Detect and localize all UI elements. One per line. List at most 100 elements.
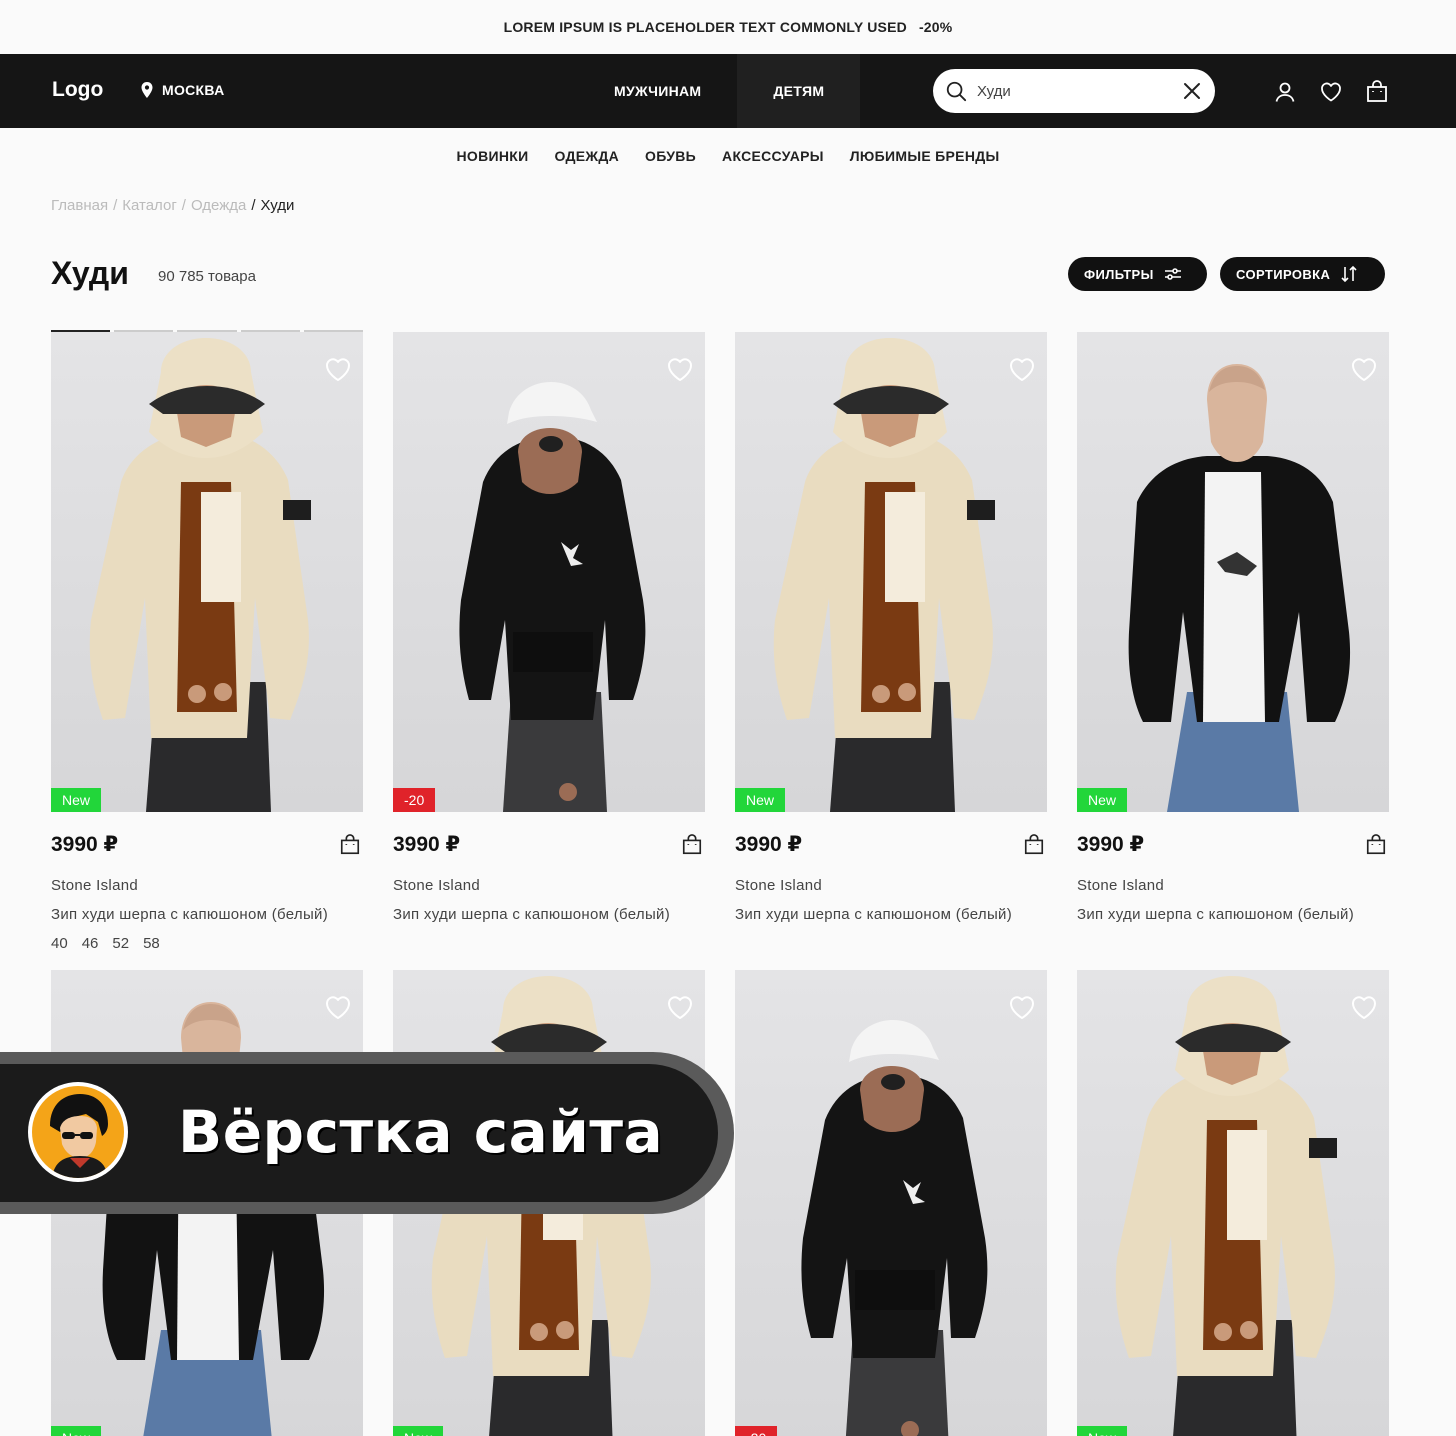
product-price: 3990 ₽ — [735, 833, 803, 856]
price-row: 3990 ₽ — [51, 832, 363, 857]
crumb-separator: / — [251, 197, 256, 214]
nav-kids[interactable]: ДЕТЯМ — [737, 54, 861, 128]
banner-title: Вёрстка сайта — [178, 1098, 664, 1166]
product-image[interactable]: New — [1077, 332, 1389, 812]
product-price: 3990 ₽ — [51, 833, 119, 856]
search-icon[interactable] — [945, 80, 967, 102]
price-row: 3990 ₽ — [393, 832, 705, 857]
cart-icon[interactable] — [1365, 80, 1389, 104]
favorite-heart-icon[interactable] — [1349, 992, 1379, 1022]
logo[interactable]: Logo — [52, 78, 103, 102]
promo-text: LOREM IPSUM IS PLACEHOLDER TEXT COMMONLY… — [503, 19, 907, 35]
subnav-clothing[interactable]: ОДЕЖДА — [554, 148, 619, 164]
city-label: МОСКВА — [162, 82, 225, 98]
favorite-heart-icon[interactable] — [665, 992, 695, 1022]
model-photo-sherpa — [773, 338, 995, 812]
product-brand: Stone Island — [51, 877, 138, 894]
product-card[interactable]: New 3990 ₽ Stone Island Зип худи шерпа с… — [51, 330, 364, 952]
location-pin-icon — [141, 82, 153, 98]
nav-men[interactable]: МУЖЧИНАМ — [578, 54, 737, 128]
model-photo-sherpa — [1115, 976, 1337, 1436]
sort-button[interactable]: СОРТИРОВКА — [1220, 257, 1385, 291]
crumb-home[interactable]: Главная — [51, 197, 108, 214]
search-input[interactable] — [977, 82, 1183, 100]
user-icon[interactable] — [1273, 80, 1297, 104]
product-card[interactable]: -20 3990 ₽ Stone Island Зип худи шерпа с… — [393, 332, 705, 923]
product-name[interactable]: Зип худи шерпа с капюшоном (белый) — [735, 906, 1047, 923]
search-box — [933, 69, 1215, 113]
favorite-heart-icon[interactable] — [323, 354, 353, 384]
favorite-heart-icon[interactable] — [1007, 992, 1037, 1022]
add-to-cart-icon[interactable] — [1365, 833, 1387, 856]
product-card[interactable]: -20 — [735, 970, 1047, 1436]
subnav-accessories[interactable]: АКСЕССУАРЫ — [722, 148, 824, 164]
model-photo-black-hoodie — [801, 1020, 988, 1436]
size-option[interactable]: 46 — [82, 935, 99, 952]
crumb-separator: / — [181, 197, 186, 214]
header-actions — [1273, 80, 1389, 104]
category-nav: НОВИНКИ ОДЕЖДА ОБУВЬ АКСЕССУАРЫ ЛЮБИМЫЕ … — [0, 128, 1456, 184]
main-nav: МУЖЧИНАМ ДЕТЯМ — [578, 54, 861, 128]
avatar — [28, 1082, 128, 1182]
promo-discount: -20% — [918, 19, 953, 35]
model-photo-sherpa — [89, 338, 311, 812]
product-image[interactable]: New — [51, 332, 363, 812]
page-title: Худи — [51, 255, 129, 291]
product-price: 3990 ₽ — [1077, 833, 1145, 856]
product-badge: New — [393, 1426, 444, 1436]
crumb-catalog[interactable]: Каталог — [122, 197, 177, 214]
filters-label: ФИЛЬТРЫ — [1084, 266, 1154, 282]
avatar-illustration — [32, 1086, 124, 1178]
product-name[interactable]: Зип худи шерпа с капюшоном (белый) — [51, 906, 363, 923]
size-list: 40 46 52 58 — [51, 935, 363, 952]
crumb-clothing[interactable]: Одежда — [191, 197, 246, 214]
product-image[interactable]: New — [1077, 970, 1389, 1436]
price-row: 3990 ₽ — [735, 832, 1047, 857]
product-image[interactable]: -20 — [393, 332, 705, 812]
product-card[interactable]: New — [1077, 970, 1389, 1436]
product-name[interactable]: Зип худи шерпа с капюшоном (белый) — [393, 906, 705, 923]
favorite-heart-icon[interactable] — [1007, 354, 1037, 384]
sort-label: СОРТИРОВКА — [1236, 266, 1331, 282]
crumb-separator: / — [113, 197, 118, 214]
add-to-cart-icon[interactable] — [339, 833, 361, 856]
sort-arrows-icon — [1341, 265, 1357, 283]
product-brand: Stone Island — [393, 877, 480, 894]
product-image[interactable]: New — [735, 332, 1047, 812]
product-card[interactable]: New 3990 ₽ Stone Island Зип худи шерпа с… — [1077, 332, 1389, 923]
crumb-current: Худи — [260, 197, 295, 214]
size-option[interactable]: 40 — [51, 935, 68, 952]
price-row: 3990 ₽ — [1077, 832, 1389, 857]
filters-button[interactable]: ФИЛЬТРЫ — [1068, 257, 1207, 291]
product-count: 90 785 товара — [158, 268, 256, 285]
character-portrait-icon — [50, 1094, 108, 1178]
product-badge: -20 — [393, 788, 436, 812]
product-badge: -20 — [735, 1426, 778, 1436]
product-badge: New — [735, 788, 786, 812]
product-card[interactable]: New 3990 ₽ Stone Island Зип худи шерпа с… — [735, 332, 1047, 923]
size-option[interactable]: 58 — [143, 935, 160, 952]
product-badge: New — [51, 1426, 102, 1436]
subnav-brands[interactable]: ЛЮБИМЫЕ БРЕНДЫ — [850, 148, 1000, 164]
favorite-heart-icon[interactable] — [323, 992, 353, 1022]
add-to-cart-icon[interactable] — [1023, 833, 1045, 856]
favorite-heart-icon[interactable] — [1349, 354, 1379, 384]
subnav-new[interactable]: НОВИНКИ — [456, 148, 528, 164]
product-brand: Stone Island — [1077, 877, 1164, 894]
product-image[interactable]: -20 — [735, 970, 1047, 1436]
site-header: Logo МОСКВА МУЖЧИНАМ ДЕТЯМ — [0, 54, 1456, 128]
favorite-heart-icon[interactable] — [665, 354, 695, 384]
product-name[interactable]: Зип худи шерпа с капюшоном (белый) — [1077, 906, 1389, 923]
model-photo-black-jacket — [1128, 364, 1351, 812]
promo-bar: LOREM IPSUM IS PLACEHOLDER TEXT COMMONLY… — [0, 0, 1456, 54]
city-selector[interactable]: МОСКВА — [140, 82, 225, 98]
product-price: 3990 ₽ — [393, 833, 461, 856]
subnav-shoes[interactable]: ОБУВЬ — [645, 148, 696, 164]
heart-icon[interactable] — [1319, 80, 1343, 104]
close-icon[interactable] — [1183, 82, 1201, 100]
breadcrumb: Главная / Каталог / Одежда / Худи — [51, 197, 294, 214]
size-option[interactable]: 52 — [112, 935, 129, 952]
model-photo-black-hoodie — [459, 382, 646, 812]
add-to-cart-icon[interactable] — [681, 833, 703, 856]
product-badge: New — [1077, 788, 1128, 812]
